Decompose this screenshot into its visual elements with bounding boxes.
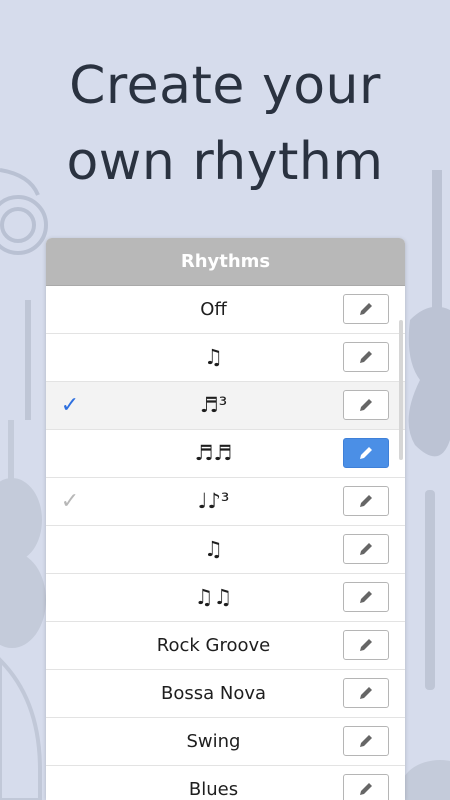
rhythm-label: ♬♬ (194, 441, 233, 465)
pencil-icon (360, 591, 372, 603)
rhythm-row[interactable]: ♫ (46, 334, 405, 382)
pencil-icon (360, 543, 372, 555)
pencil-icon (360, 687, 372, 699)
checkmark-icon (60, 766, 80, 800)
checkmark-icon (60, 334, 80, 381)
rhythm-label: Rock Groove (156, 635, 271, 656)
edit-rhythm-button[interactable] (343, 582, 389, 612)
edit-rhythm-button[interactable] (343, 774, 389, 800)
rhythm-row[interactable]: Rock Groove (46, 622, 405, 670)
rhythm-label: ♩♪³ (197, 489, 230, 513)
edit-rhythm-button[interactable] (343, 294, 389, 324)
pencil-icon (360, 351, 372, 363)
edit-rhythm-button[interactable] (343, 438, 389, 468)
edit-rhythm-button[interactable] (343, 726, 389, 756)
rhythm-row[interactable]: ✓ ♬³ (46, 382, 405, 430)
edit-rhythm-button[interactable] (343, 390, 389, 420)
edit-rhythm-button[interactable] (343, 630, 389, 660)
headline-line-1: Create your (69, 56, 381, 116)
rhythm-label: Blues (188, 779, 239, 800)
pencil-icon (360, 495, 372, 507)
checkmark-icon (60, 718, 80, 765)
rhythm-label: ♫♫ (194, 585, 233, 609)
rhythms-panel-header: Rhythms (46, 238, 405, 286)
rhythm-row[interactable]: Off (46, 286, 405, 334)
rhythm-label: Swing (186, 731, 241, 752)
edit-rhythm-button[interactable] (343, 534, 389, 564)
checkmark-icon (60, 574, 80, 621)
edit-rhythm-button[interactable] (343, 486, 389, 516)
rhythm-row[interactable]: Swing (46, 718, 405, 766)
checkmark-icon (60, 670, 80, 717)
pencil-icon (360, 447, 372, 459)
guitar-illustration (408, 170, 450, 457)
headline-line-2: own rhythm (66, 132, 384, 192)
checkmark-icon (60, 430, 80, 477)
edit-rhythm-button[interactable] (343, 342, 389, 372)
rhythm-label: ♫ (204, 345, 223, 369)
scrollbar[interactable] (399, 320, 403, 460)
rhythm-label: ♫ (204, 537, 223, 561)
rhythm-label: Bossa Nova (160, 683, 267, 704)
edit-rhythm-button[interactable] (343, 678, 389, 708)
checkmark-icon: ✓ (60, 489, 80, 514)
harp-illustration (0, 657, 42, 800)
drum-illustration (400, 760, 450, 800)
rhythms-panel: Rhythms Off ♫ ✓ ♬³ ♬♬ ✓ ♩♪³ ♫ ♫♫ Rock Groove Bossa… (46, 238, 405, 800)
checkmark-icon: ✓ (60, 393, 80, 418)
rhythm-row[interactable]: Blues (46, 766, 405, 800)
pencil-icon (360, 735, 372, 747)
pencil-icon (360, 639, 372, 651)
headline: Create your own rhythm (0, 48, 450, 200)
rhythm-row[interactable]: Bossa Nova (46, 670, 405, 718)
rhythm-row[interactable]: ♬♬ (46, 430, 405, 478)
oboe-illustration (425, 490, 435, 690)
rhythm-label: Off (200, 299, 227, 320)
pencil-icon (360, 303, 372, 315)
rhythm-list: Off ♫ ✓ ♬³ ♬♬ ✓ ♩♪³ ♫ ♫♫ Rock Groove Bossa Nova Swi… (46, 286, 405, 800)
pencil-icon (360, 399, 372, 411)
rhythm-row[interactable]: ♫♫ (46, 574, 405, 622)
checkmark-icon (60, 286, 80, 333)
flute-illustration (25, 300, 31, 420)
checkmark-icon (60, 526, 80, 573)
rhythm-label: ♬³ (199, 393, 228, 417)
violin-illustration (0, 420, 46, 648)
pencil-icon (360, 783, 372, 795)
checkmark-icon (60, 622, 80, 669)
rhythm-row[interactable]: ✓ ♩♪³ (46, 478, 405, 526)
rhythm-row[interactable]: ♫ (46, 526, 405, 574)
